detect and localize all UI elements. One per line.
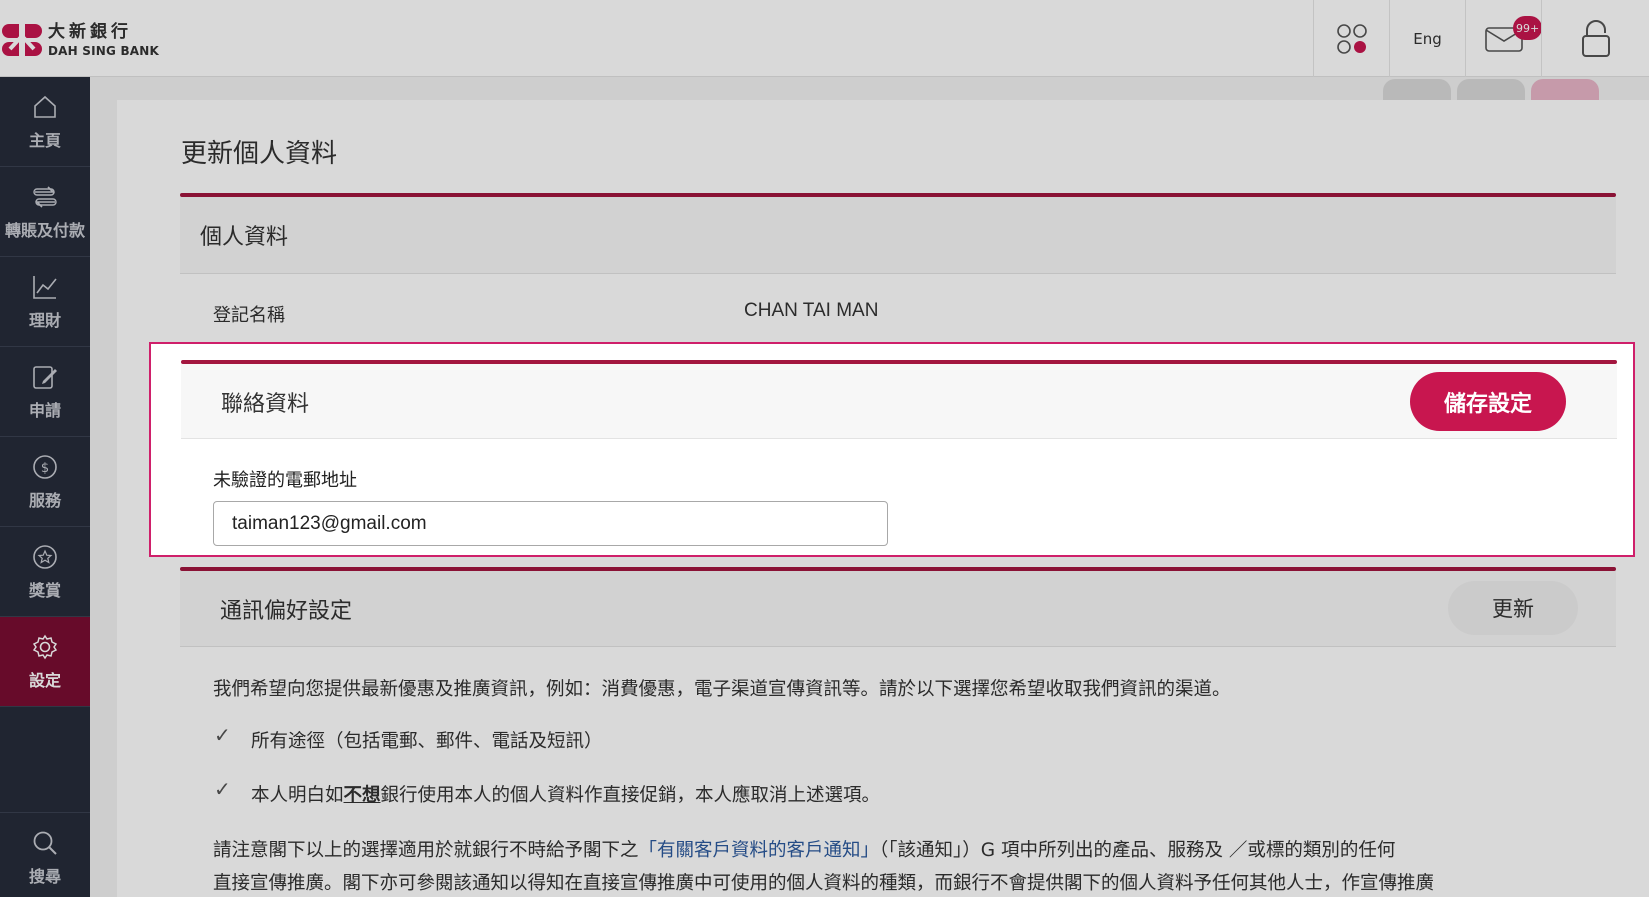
sidebar-item-wealth[interactable]: 理財: [0, 257, 90, 347]
option-all-channels: 所有途徑（包括電郵、郵件、電話及短訊）: [251, 731, 603, 752]
home-icon: [34, 95, 56, 118]
search-icon: [33, 831, 57, 855]
comm-section-header: 通訊偏好設定: [180, 571, 1616, 647]
transfer-icon: [33, 185, 57, 208]
edit-icon: [33, 365, 57, 389]
sidebar-item-rewards[interactable]: 獎賞: [0, 527, 90, 617]
logo-icon: [0, 22, 44, 58]
star-icon: [33, 544, 57, 569]
email-field[interactable]: [213, 501, 888, 546]
sidebar-item-label: 轉賬及付款: [4, 220, 85, 240]
gear-icon: [32, 634, 58, 659]
sidebar-item-search[interactable]: 搜尋: [0, 812, 90, 897]
chart-icon: [33, 275, 57, 299]
svg-text:$: $: [41, 461, 49, 476]
sidebar-item-apply[interactable]: 申請: [0, 347, 90, 437]
check-icon[interactable]: ✓: [214, 723, 231, 747]
notice-paragraph: 請注意閣下以上的選擇適用於就銀行不時給予閣下之「有關客戶資料的客戶通知」（「該通…: [213, 836, 1395, 862]
contact-section-highlight: 聯絡資料 儲存設定 未驗證的電郵地址: [149, 342, 1635, 557]
sidebar-item-settings[interactable]: 設定: [0, 617, 90, 707]
notice-text: （「該通知」）G 項中所列出的產品、服務及 ／或標的類別的任何: [879, 840, 1396, 861]
page-tab[interactable]: [1457, 79, 1525, 101]
apps-button[interactable]: [1313, 0, 1389, 77]
option-text-emphasis: 不想: [343, 785, 381, 806]
apps-icon: [1336, 23, 1367, 54]
customer-notice-link[interactable]: 「有關客戶資料的客戶通知」: [639, 840, 880, 861]
name-value: CHAN TAI MAN: [744, 300, 879, 321]
lock-icon: [1581, 19, 1610, 57]
check-icon[interactable]: ✓: [214, 777, 231, 801]
sidebar: 主頁 轉賬及付款 理財 申請 $ 服務 獎賞 設定 搜尋: [0, 77, 90, 897]
sidebar-item-label: 理財: [28, 310, 61, 330]
language-label: Eng: [1413, 29, 1442, 48]
bank-logo[interactable]: 大新銀行 DAH SING BANK: [0, 22, 159, 58]
option-text: 本人明白如: [251, 785, 344, 806]
notice-text: 請注意閣下以上的選擇適用於就銀行不時給予閣下之: [213, 840, 639, 861]
sidebar-item-home[interactable]: 主頁: [0, 77, 90, 167]
page-tab-active[interactable]: [1531, 79, 1599, 101]
page-tab[interactable]: [1383, 79, 1451, 101]
sidebar-item-services[interactable]: $ 服務: [0, 437, 90, 527]
sidebar-item-label: 獎賞: [28, 580, 61, 600]
inbox-button[interactable]: 99+: [1465, 0, 1543, 77]
top-header: 大新銀行 DAH SING BANK Eng 99+: [0, 0, 1649, 77]
page-title: 更新個人資料: [181, 139, 338, 169]
sidebar-item-label: 服務: [28, 490, 61, 510]
sidebar-item-label: 申請: [28, 400, 61, 420]
save-settings-button[interactable]: 儲存設定: [1410, 372, 1566, 431]
notice-paragraph-line2: 直接宣傳推廣。閣下亦可參閱該通知以得知在直接宣傳推廣中可使用的個人資料的種類，而…: [213, 873, 1435, 894]
section-title: 個人資料: [200, 225, 289, 250]
section-title: 聯絡資料: [221, 392, 310, 417]
logo-text-en: DAH SING BANK: [48, 43, 160, 58]
email-label: 未驗證的電郵地址: [213, 470, 357, 491]
inbox-badge: 99+: [1513, 16, 1543, 40]
contact-section-header: 聯絡資料 儲存設定: [181, 364, 1617, 439]
personal-section-header: 個人資料: [180, 197, 1616, 274]
dollar-icon: $: [33, 454, 57, 479]
section-title: 通訊偏好設定: [220, 599, 353, 624]
option-optout-notice: 本人明白如不想銀行使用本人的個人資料作直接促銷，本人應取消上述選項。: [251, 781, 880, 807]
language-toggle[interactable]: Eng: [1389, 0, 1465, 77]
logout-button[interactable]: [1541, 0, 1649, 77]
sidebar-item-label: 主頁: [28, 130, 61, 150]
name-label: 登記名稱: [213, 305, 285, 326]
sidebar-item-label: 搜尋: [28, 866, 61, 886]
option-text: 銀行使用本人的個人資料作直接促銷，本人應取消上述選項。: [380, 785, 881, 806]
sidebar-item-transfer[interactable]: 轉賬及付款: [0, 167, 90, 257]
comm-intro: 我們希望向您提供最新優惠及推廣資訊，例如：消費優惠，電子渠道宣傳資訊等。請於以下…: [213, 679, 1231, 700]
sidebar-item-label: 設定: [28, 670, 61, 690]
logo-text-cn: 大新銀行: [48, 21, 132, 42]
update-button[interactable]: 更新: [1448, 581, 1578, 635]
